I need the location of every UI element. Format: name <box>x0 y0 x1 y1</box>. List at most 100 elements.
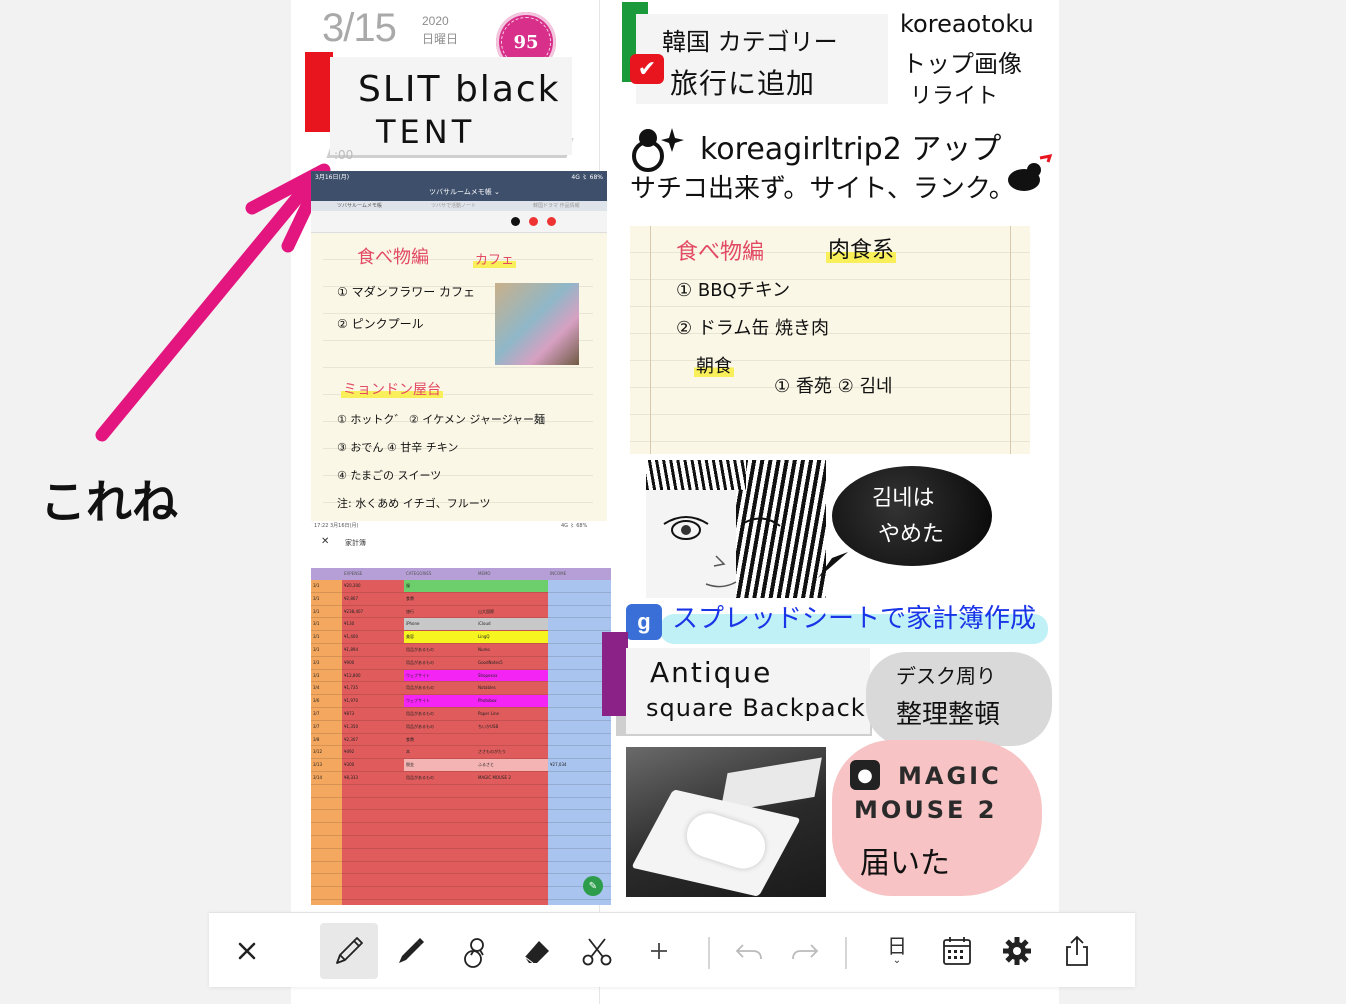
page-weekday: 日曜日 <box>422 32 459 46</box>
table-cell: 用品があるもの <box>406 647 434 652</box>
eraser-icon[interactable] <box>509 923 565 979</box>
backpack-label-line1: Antique <box>650 656 773 689</box>
table-row: 3/1 ¥20,300 服 <box>311 580 611 593</box>
table-cell: ¥27,034 <box>550 762 567 768</box>
table-cell: LingQ <box>478 634 490 640</box>
magic-mouse-note[interactable]: ● MAGIC MOUSE 2 届いた <box>832 740 1042 896</box>
spreadsheet-screenshot[interactable]: 17:22 3月16日(月) 4G 〻 68% ✕ 家計簿 EXPENSE CA… <box>311 521 611 905</box>
speech-bubble: 김네は やめた <box>832 466 992 566</box>
color-red-2[interactable] <box>547 217 556 226</box>
note-app-screenshot[interactable]: 3月16日(月) 4G 〻 68% ツバサルームメモ帳 ⌄ ツバサルームメモ帳 … <box>311 171 607 523</box>
koreagirl-line1: koreagirltrip2 アップ <box>700 132 1002 167</box>
pencil-icon[interactable] <box>320 923 378 979</box>
table-row <box>311 900 611 905</box>
speech-line2: やめた <box>878 522 945 547</box>
desk-note[interactable]: デスク周り 整理整頓 <box>866 652 1052 746</box>
sheet-close-icon[interactable]: ✕ <box>321 536 329 547</box>
table-cell: 3/4 <box>313 685 320 691</box>
table-cell: 食費 <box>406 736 414 742</box>
magic-mouse-line2: MOUSE 2 <box>854 796 998 824</box>
table-row: 3/1 ¥238,407 旅行 山大国際 <box>311 606 611 619</box>
table-row: 3/1 ¥130 iPhone iCloud <box>311 618 611 632</box>
table-cell: MAGIC MOUSE 2 <box>478 775 511 780</box>
toolbar-separator <box>845 937 847 969</box>
table-cell: ¥238,407 <box>344 608 364 614</box>
note-tab[interactable]: ツバサルームメモ帳 <box>337 202 382 209</box>
table-cell: ¥20,300 <box>344 583 361 588</box>
sheet-status-time: 17:22 3月16日(月) <box>314 523 359 529</box>
table-cell: Numo <box>478 647 490 652</box>
table-row: 3/8 ¥2,307 食費 <box>311 734 611 747</box>
edit-fab[interactable]: ✎ <box>583 876 603 896</box>
table-cell: ¥300 <box>344 762 355 768</box>
stamp-icon[interactable] <box>447 923 503 979</box>
sheet-status-right: 4G 〻 68% <box>561 523 588 529</box>
koreagirl-line2: サチコ出来ず。サイト、ランク。 <box>630 174 1015 204</box>
color-black[interactable] <box>511 217 520 226</box>
table-cell: ¥1,970 <box>344 698 358 704</box>
page-date: 3/15 <box>322 6 397 50</box>
table-row <box>311 887 611 900</box>
checkmark-icon: ✔ <box>630 54 664 84</box>
date-view-icon[interactable]: 日 ⌄ <box>869 923 925 979</box>
note-tab[interactable]: 韓国ドラマ 作品情報 <box>533 202 580 209</box>
table-cell: ウェブサイト <box>406 672 430 678</box>
tent-label-tab <box>305 52 333 132</box>
category-label-line2: 旅行に追加 <box>670 67 816 100</box>
color-red[interactable] <box>529 217 538 226</box>
magic-mouse-line1: MAGIC <box>898 762 1002 790</box>
scissors-icon[interactable] <box>569 923 625 979</box>
koreaotoku-line1: koreaotoku <box>900 10 1034 38</box>
cafe-photo <box>495 283 579 365</box>
calendar-icon[interactable] <box>929 923 985 979</box>
table-cell: ¥130 <box>344 621 355 627</box>
table-cell: 3/1 <box>313 621 320 627</box>
gear-icon[interactable] <box>989 923 1045 979</box>
table-cell: ¥900 <box>344 659 355 665</box>
plus-icon[interactable] <box>631 923 687 979</box>
note-subheading: ミョンドン屋台 <box>341 382 443 398</box>
speech-line1: 김네は <box>872 486 935 511</box>
date-view-label: 日 <box>887 934 907 958</box>
table-row: 3/1 ¥1,400 美容 LingQ <box>311 631 611 644</box>
table-row: 3/1 ¥1,894 用品があるもの Numo <box>311 644 611 657</box>
desk-note-line1: デスク周り <box>896 664 996 688</box>
table-cell: ¥8,333 <box>344 775 358 780</box>
table-cell: iCloud <box>478 621 491 627</box>
magic-mouse-line3: 届いた <box>860 846 950 881</box>
undo-icon[interactable] <box>721 923 777 979</box>
note-item: ② ピンクプール <box>337 317 424 331</box>
close-icon[interactable] <box>219 923 275 979</box>
backpack-label[interactable]: Antique square Backpack <box>626 648 870 734</box>
note-tab[interactable]: ツバサで活動ノート <box>431 202 476 209</box>
table-cell: 山大国際 <box>478 608 494 614</box>
share-icon[interactable] <box>1049 923 1105 979</box>
pen-icon[interactable] <box>383 923 439 979</box>
table-row <box>311 862 611 875</box>
table-cell: ¥1,894 <box>344 647 358 652</box>
tent-label[interactable]: SLIT black TENT <box>330 57 572 155</box>
table-cell: ¥492 <box>344 749 355 755</box>
meat-note[interactable]: 食べ物編 肉食系 ① BBQチキン ② ドラム缶 焼き肉 朝食 ① 香苑 ② 김… <box>630 226 1030 454</box>
note-toolbar <box>311 211 607 233</box>
table-row: 3/13 ¥300 税金 ふるさと ¥27,034 <box>311 759 611 772</box>
table-cell: 用品があるもの <box>406 685 434 691</box>
category-label-line1: 韓国 カテゴリー <box>662 28 838 56</box>
note-heading-tag: カフェ <box>473 253 517 268</box>
table-cell: 旅行 <box>406 608 414 614</box>
table-cell: 用品があるもの <box>406 775 434 780</box>
table-cell: ¥1,400 <box>344 634 358 640</box>
meat-note-item: ① BBQチキン <box>676 280 791 301</box>
category-label[interactable]: 韓国 カテゴリー 旅行に追加 <box>636 14 888 104</box>
table-cell: Notables <box>478 685 496 691</box>
koreaotoku-line3: リライト <box>910 84 999 109</box>
table-cell: 服 <box>406 583 410 588</box>
redo-icon[interactable] <box>777 923 833 979</box>
table-row <box>311 798 611 811</box>
table-cell: 3/1 <box>313 608 320 614</box>
backpack-label-line2: square Backpack <box>646 694 866 722</box>
table-row: 3/7 ¥873 用品があるもの Paper Line <box>311 708 611 721</box>
desk-note-line2: 整理整頓 <box>896 700 1001 730</box>
table-row <box>311 874 611 888</box>
mouse-box-photo <box>626 747 826 897</box>
